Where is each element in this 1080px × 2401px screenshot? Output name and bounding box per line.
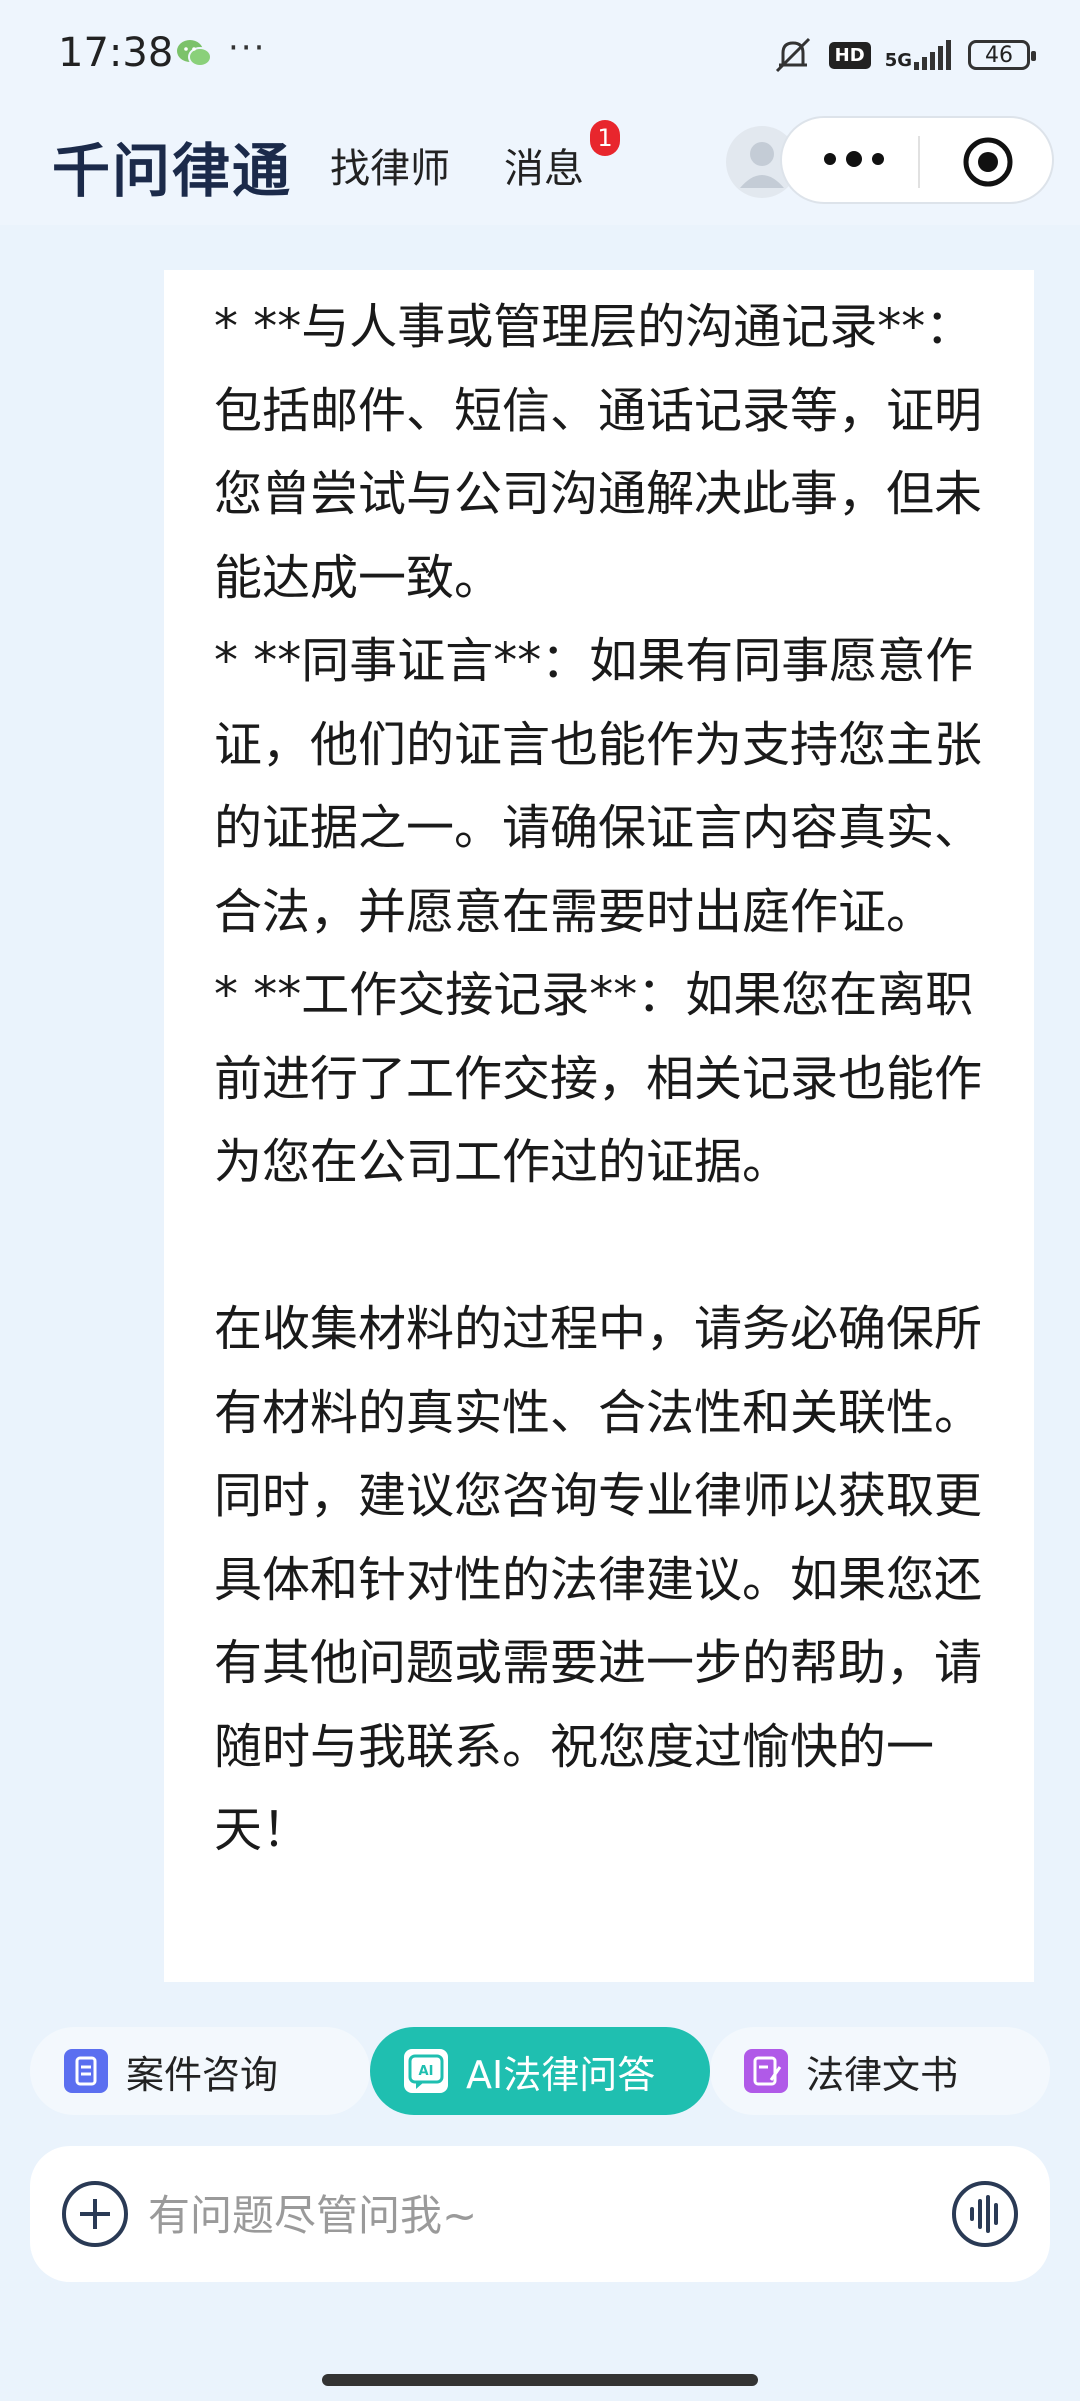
wechat-icon — [177, 40, 212, 67]
more-icon[interactable] — [818, 144, 890, 174]
capsule-divider — [918, 136, 920, 188]
network-label: 5G — [884, 50, 912, 71]
battery-level: 46 — [985, 42, 1013, 68]
status-time: 17:38 — [58, 30, 174, 76]
status-more-dots: ··· — [228, 28, 267, 68]
status-bar: 17:38 ··· HD 5G 46 — [0, 0, 1080, 110]
tab-legal-documents[interactable]: 法律文书 — [710, 2027, 1050, 2115]
nav-find-lawyer[interactable]: 找律师 — [330, 136, 450, 194]
ai-chat-icon: AI — [404, 2049, 448, 2093]
chat-message-text: * **与人事或管理层的沟通记录**：包括邮件、短信、通话记录等，证明您曾尝试与… — [214, 286, 984, 1873]
app-header: 千问律通 找律师 消息 1 — [0, 110, 1080, 225]
hd-badge: HD — [828, 41, 871, 69]
case-doc-icon — [64, 2049, 108, 2093]
tab-label: AI法律问答 — [466, 2052, 656, 2097]
message-paragraph: 在收集材料的过程中，请务必确保所有材料的真实性、合法性和关联性。同时，建议您咨询… — [214, 1301, 983, 1858]
home-indicator[interactable] — [322, 2374, 758, 2386]
legal-doc-icon — [744, 2049, 788, 2093]
chat-input-bar — [30, 2146, 1050, 2282]
chat-input[interactable] — [146, 2170, 950, 2260]
tab-ai-legal-qa[interactable]: AI AI法律问答 — [370, 2027, 710, 2115]
message-count-badge: 1 — [590, 120, 620, 156]
chat-message-bubble: * **与人事或管理层的沟通记录**：包括邮件、短信、通话记录等，证明您曾尝试与… — [164, 270, 1034, 1982]
mute-icon — [775, 37, 810, 73]
miniprogram-capsule — [780, 116, 1054, 204]
brand-logo: 千问律通 — [52, 137, 293, 205]
message-paragraph: * **与人事或管理层的沟通记录**：包括邮件、短信、通话记录等，证明您曾尝试与… — [214, 299, 983, 606]
signal-icon — [914, 40, 951, 70]
plus-icon[interactable] — [60, 2179, 130, 2249]
message-paragraph: * **工作交接记录**：如果您在离职前进行了工作交接，相关记录也能作为您在公司… — [214, 967, 983, 1190]
svg-text:AI: AI — [419, 2064, 434, 2079]
status-indicators: HD 5G 46 — [771, 30, 1036, 80]
tab-label: 法律文书 — [806, 2052, 959, 2097]
message-paragraph: * **同事证言**：如果有同事愿意作证，他们的证言也能作为支持您主张的证据之一… — [214, 633, 983, 940]
category-tabs: 案件咨询 AI AI法律问答 法律文书 — [30, 2027, 1050, 2115]
tab-label: 案件咨询 — [126, 2052, 279, 2097]
close-miniprogram-icon[interactable] — [962, 136, 1014, 188]
tab-case-consult[interactable]: 案件咨询 — [30, 2027, 370, 2115]
battery-icon: 46 — [968, 40, 1036, 70]
nav-messages[interactable]: 消息 — [504, 136, 584, 194]
voice-input-icon[interactable] — [950, 2179, 1020, 2249]
